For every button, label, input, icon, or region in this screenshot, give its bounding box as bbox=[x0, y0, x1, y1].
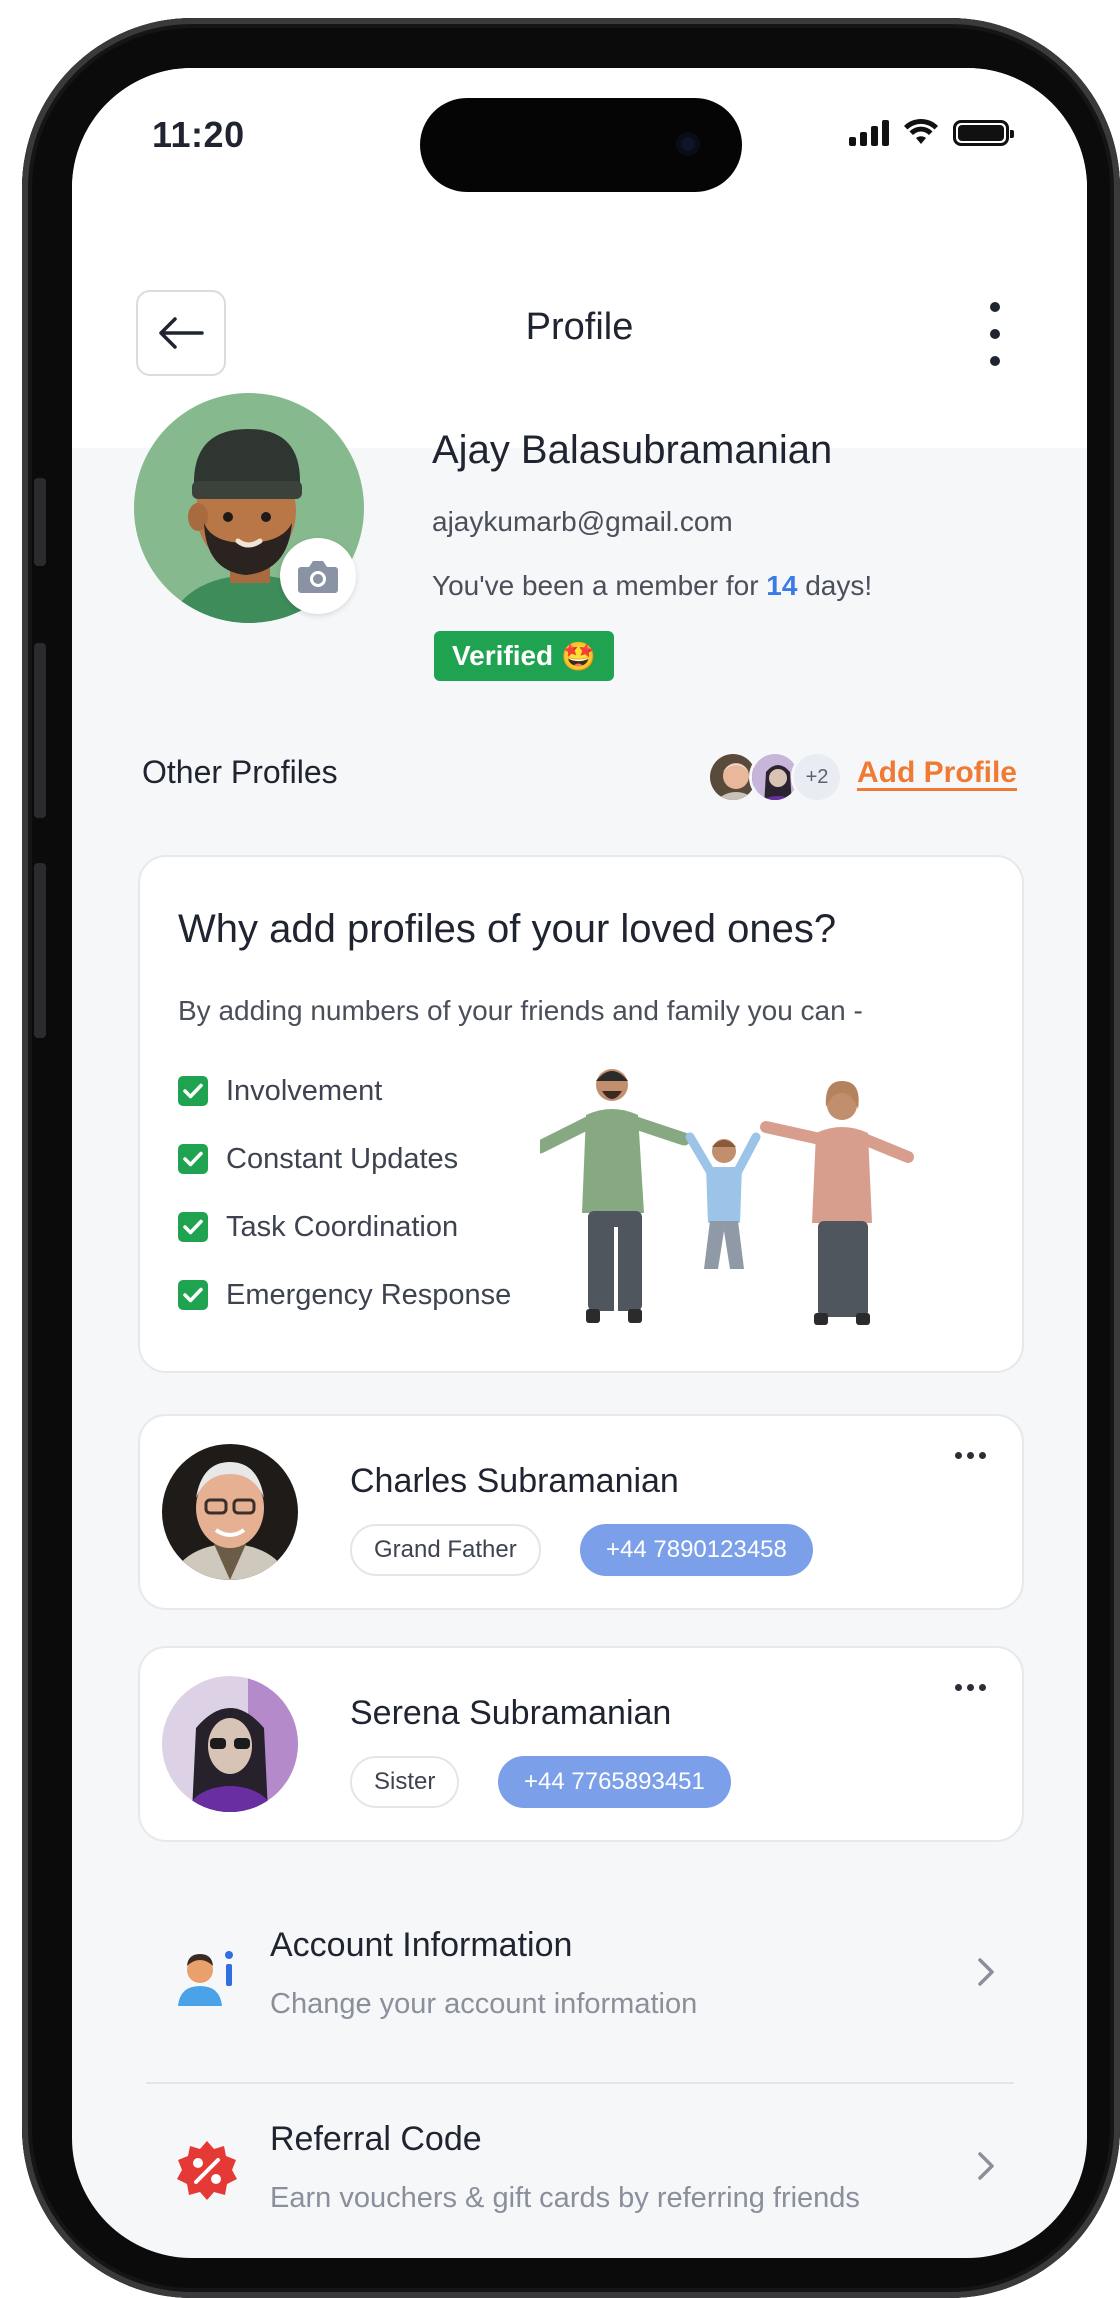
discount-badge-icon bbox=[177, 2141, 237, 2200]
contact-avatar bbox=[162, 1676, 298, 1812]
referral-code-row[interactable]: Referral Code Earn vouchers & gift cards… bbox=[138, 2102, 1024, 2252]
more-profiles-count: +2 bbox=[791, 751, 843, 803]
phone-chip[interactable]: +44 7890123458 bbox=[580, 1524, 813, 1576]
why-add-profiles-card: Why add profiles of your loved ones? By … bbox=[138, 855, 1024, 1373]
verified-label: Verified bbox=[452, 640, 554, 671]
more-options-button[interactable] bbox=[985, 302, 1005, 366]
settings-divider bbox=[146, 2082, 1014, 2084]
cellular-signal-icon bbox=[849, 120, 889, 146]
action-button bbox=[34, 478, 46, 566]
more-dot bbox=[990, 356, 1000, 366]
relation-chip: Grand Father bbox=[350, 1524, 541, 1576]
page-title: Profile bbox=[525, 306, 634, 348]
checkmark-icon bbox=[178, 1212, 208, 1242]
family-illustration bbox=[540, 1069, 914, 1325]
battery-icon bbox=[953, 120, 1014, 146]
why-card-subtitle: By adding numbers of your friends and fa… bbox=[178, 995, 863, 1026]
more-dot bbox=[990, 302, 1000, 312]
volume-up-button bbox=[34, 643, 46, 818]
contact-avatar bbox=[162, 1444, 298, 1580]
benefit-item: Task Coordination bbox=[178, 1193, 511, 1261]
setting-subtitle: Earn vouchers & gift cards by referring … bbox=[270, 2182, 860, 2214]
status-bar: 11:20 bbox=[72, 68, 1087, 198]
benefit-item: Constant Updates bbox=[178, 1125, 511, 1193]
benefit-item: Emergency Response bbox=[178, 1261, 511, 1329]
relation-chip: Sister bbox=[350, 1756, 460, 1808]
contact-more-button[interactable] bbox=[955, 1452, 986, 1459]
contact-card[interactable]: Serena Subramanian Sister +44 7765893451 bbox=[138, 1646, 1024, 1842]
contact-name: Serena Subramanian bbox=[350, 1694, 672, 1732]
benefit-item: Involvement bbox=[178, 1057, 511, 1125]
membership-days: 14 bbox=[766, 570, 798, 601]
add-profile-link[interactable]: Add Profile bbox=[857, 756, 1017, 790]
phone-screen: 11:20 Profile Ajay Balasubramanian ajayk… bbox=[72, 68, 1087, 2258]
chevron-right-icon bbox=[978, 1958, 994, 1986]
account-information-row[interactable]: Account Information Change your account … bbox=[138, 1908, 1024, 2058]
benefit-label: Constant Updates bbox=[226, 1142, 459, 1175]
contact-more-button[interactable] bbox=[955, 1684, 986, 1691]
checkmark-icon bbox=[178, 1076, 208, 1106]
more-dot bbox=[990, 329, 1000, 339]
checkmark-icon bbox=[178, 1144, 208, 1174]
benefit-label: Involvement bbox=[226, 1074, 383, 1107]
camera-icon bbox=[298, 561, 338, 593]
membership-duration: You've been a member for 14 days! bbox=[432, 570, 872, 602]
status-time: 11:20 bbox=[152, 114, 245, 155]
verified-badge: Verified 🤩 bbox=[434, 631, 615, 681]
benefits-list: Involvement Constant Updates Task Coordi… bbox=[178, 1057, 511, 1329]
user-email: ajaykumarb@gmail.com bbox=[432, 506, 733, 537]
wifi-icon bbox=[904, 118, 938, 144]
status-icons bbox=[849, 118, 1014, 146]
why-card-title: Why add profiles of your loved ones? bbox=[178, 907, 837, 951]
contact-name: Charles Subramanian bbox=[350, 1462, 679, 1500]
checkmark-icon bbox=[178, 1280, 208, 1310]
star-eyes-emoji-icon: 🤩 bbox=[561, 640, 597, 672]
phone-chip[interactable]: +44 7765893451 bbox=[498, 1756, 731, 1808]
setting-subtitle: Change your account information bbox=[270, 1988, 698, 2020]
chevron-right-icon bbox=[978, 2152, 994, 2180]
user-name: Ajay Balasubramanian bbox=[432, 428, 833, 472]
setting-title: Account Information bbox=[270, 1926, 573, 1964]
membership-prefix: You've been a member for bbox=[432, 570, 767, 601]
account-info-icon bbox=[178, 1951, 233, 2006]
other-profiles-heading: Other Profiles bbox=[142, 754, 338, 790]
change-photo-button[interactable] bbox=[280, 538, 356, 614]
dynamic-island bbox=[420, 98, 742, 192]
membership-suffix: days! bbox=[797, 570, 873, 601]
volume-down-button bbox=[34, 863, 46, 1038]
other-profiles-avatars[interactable]: +2 bbox=[707, 751, 843, 803]
setting-title: Referral Code bbox=[270, 2120, 482, 2158]
benefit-label: Task Coordination bbox=[226, 1210, 459, 1243]
contact-card[interactable]: Charles Subramanian Grand Father +44 789… bbox=[138, 1414, 1024, 1610]
front-camera bbox=[676, 132, 700, 156]
benefit-label: Emergency Response bbox=[226, 1278, 512, 1311]
